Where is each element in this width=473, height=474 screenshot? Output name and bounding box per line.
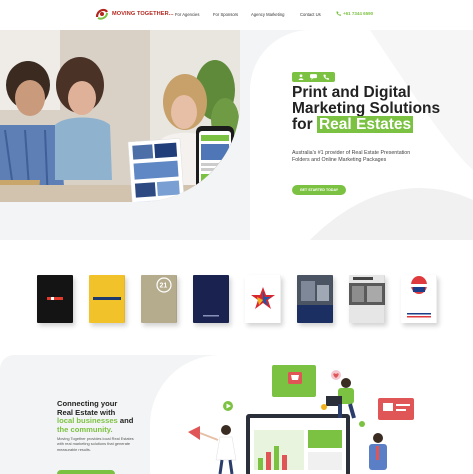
hero-title-highlight: Real Estates (316, 116, 414, 133)
community-button[interactable] (57, 470, 115, 474)
megaphone-icon (188, 426, 200, 440)
hero-title-prefix: for (292, 116, 317, 133)
community-body: Moving Together provides local Real Esta… (57, 436, 134, 452)
phone-link[interactable]: +61 7344 6590 (336, 11, 373, 16)
top-nav: MOVING TOGETHER... For Agencies For Spon… (0, 0, 473, 30)
folder-item (37, 275, 73, 323)
nav-link-agency-marketing[interactable]: Agency Marketing (251, 12, 285, 17)
hero-subtitle: Australia's #1 provider of Real Estate P… (292, 150, 411, 163)
nav-link-contact[interactable]: Contact Us (300, 12, 321, 17)
logo[interactable]: MOVING TOGETHER... (95, 6, 174, 22)
phone-number: +61 7344 6590 (343, 11, 374, 16)
nav-link-agencies[interactable]: For Agencies (175, 12, 199, 17)
hero-arc (250, 30, 473, 240)
folder-showcase: 21 (0, 245, 473, 345)
hero-title-line3: for Real Estates (292, 116, 462, 133)
phone-icon (323, 74, 329, 80)
phone-icon (336, 11, 341, 16)
folder-item (401, 275, 437, 323)
hero-title-line2: Marketing Solutions (292, 100, 441, 117)
folder-item (349, 275, 385, 323)
get-started-button[interactable]: GET STARTED TODAY (292, 185, 346, 195)
person-icon (298, 74, 304, 80)
svg-text:21: 21 (160, 283, 168, 290)
hero-contact-icons (292, 72, 335, 82)
folder-item (245, 275, 281, 323)
community-title-green1: local businesses (57, 416, 118, 425)
folder-item: 21 (141, 275, 177, 323)
nav-link-sponsors[interactable]: For Sponsors (213, 12, 238, 17)
community-illustration (188, 365, 414, 474)
logo-mark-icon (95, 7, 109, 21)
community-title: Connecting your Real Estate with local b… (57, 399, 157, 434)
community-title-green2: the community. (57, 424, 113, 434)
brand-name: MOVING TOGETHER... (112, 11, 174, 17)
folder-item (89, 275, 125, 323)
hero-photo (0, 30, 240, 202)
hero-title: Print and Digital Marketing Solutions fo… (292, 85, 462, 133)
folder-item (193, 275, 229, 323)
folder-item (297, 275, 333, 323)
hero-title-line1: Print and Digital (292, 84, 411, 101)
chat-icon (310, 74, 317, 80)
community-title-and: and (117, 416, 134, 425)
